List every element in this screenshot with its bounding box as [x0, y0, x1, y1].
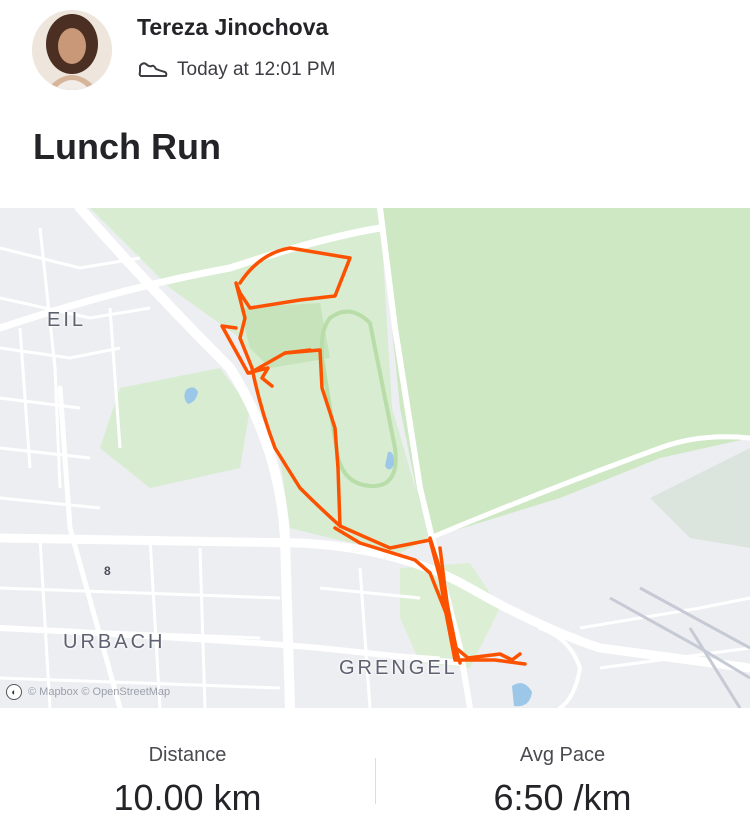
map-attribution[interactable]: ◐ © Mapbox © OpenStreetMap	[6, 684, 170, 700]
shoe-icon	[138, 62, 168, 77]
distance-label: Distance	[148, 744, 227, 766]
distance-value: 10.00 km	[113, 777, 262, 818]
activity-timestamp: Today at 12:01 PM	[177, 59, 336, 80]
road-number-badge: 8	[104, 564, 111, 578]
map-label-grengel: GRENGEL	[339, 657, 458, 679]
activity-header: Tereza Jinochova Today at 12:01 PM Lunch…	[0, 0, 750, 167]
map-label-eil: EIL	[47, 309, 87, 331]
pace-value: 6:50 /km	[493, 777, 632, 818]
pace-label: Avg Pace	[519, 744, 606, 766]
map-label-urbach: URBACH	[63, 631, 166, 653]
distance-stat: Distance 10.00 km	[0, 744, 375, 819]
avatar[interactable]	[32, 10, 112, 90]
mapbox-logo-icon: ◐	[6, 684, 22, 700]
athlete-name[interactable]: Tereza Jinochova	[137, 14, 328, 41]
activity-meta: Today at 12:01 PM	[137, 54, 335, 86]
attribution-text: © Mapbox © OpenStreetMap	[28, 686, 171, 698]
activity-title[interactable]: Lunch Run	[33, 126, 221, 168]
route-map[interactable]: EIL URBACH GRENGEL 8 ◐ © Mapbox © OpenSt…	[0, 208, 750, 708]
pace-stat: Avg Pace 6:50 /km	[375, 744, 750, 819]
activity-stats: Distance 10.00 km Avg Pace 6:50 /km	[0, 708, 750, 832]
